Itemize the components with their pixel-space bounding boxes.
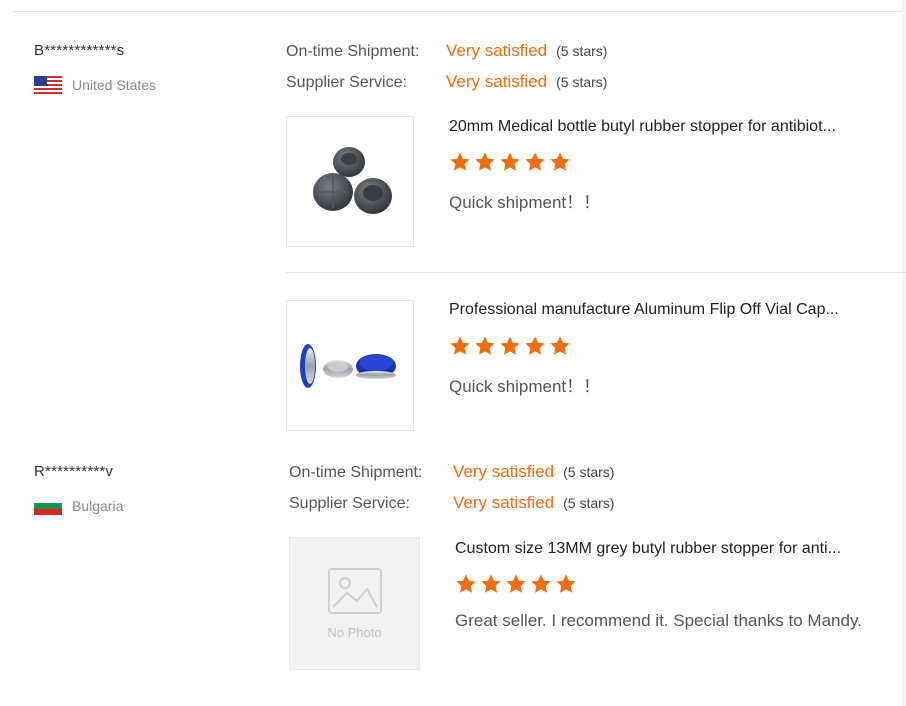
star-icon: [525, 152, 545, 171]
star-icon: [450, 152, 470, 171]
star-icon: [556, 574, 576, 593]
service-rating-value: Very satisfied: [446, 72, 548, 91]
star-icon: [500, 336, 520, 355]
blue-flip-off-caps-image: [300, 343, 396, 388]
star-icon: [525, 336, 545, 355]
product-title[interactable]: 20mm Medical bottle butyl rubber stopper…: [449, 118, 836, 136]
star-icon: [550, 336, 570, 355]
product-divider: [286, 272, 906, 273]
us-flag-icon: [34, 76, 62, 94]
top-divider: [13, 11, 906, 12]
star-icon: [475, 336, 495, 355]
star-icon: [456, 574, 476, 593]
grey-rubber-stoppers-image: [313, 146, 392, 214]
product-thumbnail[interactable]: No Photo: [289, 537, 420, 670]
product-title[interactable]: Custom size 13MM grey butyl rubber stopp…: [455, 540, 841, 558]
shipment-rating: On-time Shipment: Very satisfied (5 star…: [286, 41, 607, 61]
product-rating-stars: [449, 151, 571, 173]
country-label: United States: [72, 77, 157, 93]
service-rating-stars: (5 stars): [563, 495, 615, 511]
review-comment: Quick shipment！！: [449, 377, 601, 396]
service-rating-value: Very satisfied: [453, 493, 555, 512]
product-rating-stars: [455, 573, 577, 595]
no-photo-label: No Photo: [327, 625, 382, 640]
product-thumbnail[interactable]: [286, 116, 414, 247]
shipment-rating-label: On-time Shipment:: [286, 43, 420, 60]
product-title[interactable]: Professional manufacture Aluminum Flip O…: [449, 301, 839, 319]
shipment-rating: On-time Shipment: Very satisfied (5 star…: [289, 462, 614, 482]
reviewer-name: B************s: [34, 42, 125, 59]
reviewer-country: United States: [34, 76, 156, 94]
shipment-rating-stars: (5 stars): [556, 43, 608, 59]
service-rating: Supplier Service: Very satisfied (5 star…: [289, 493, 614, 513]
star-icon: [531, 574, 551, 593]
no-photo-icon: [327, 568, 382, 614]
star-icon: [506, 574, 526, 593]
service-rating-label: Supplier Service:: [286, 74, 407, 91]
shipment-rating-value: Very satisfied: [453, 462, 555, 481]
star-icon: [475, 152, 495, 171]
country-label: Bulgaria: [72, 498, 124, 514]
star-icon: [500, 152, 520, 171]
service-rating-label: Supplier Service:: [289, 495, 410, 512]
reviewer-country: Bulgaria: [34, 497, 123, 515]
product-thumbnail[interactable]: [286, 300, 414, 431]
product-rating-stars: [449, 335, 571, 357]
review-comment: Great seller. I recommend it. Special th…: [455, 611, 862, 630]
shipment-rating-value: Very satisfied: [446, 41, 548, 60]
reviewer-name: R**********v: [34, 463, 114, 480]
star-icon: [481, 574, 501, 593]
star-icon: [550, 152, 570, 171]
bulgaria-flag-icon: [34, 497, 62, 515]
scroll-edge: [902, 0, 906, 706]
star-icon: [450, 336, 470, 355]
service-rating: Supplier Service: Very satisfied (5 star…: [286, 72, 607, 92]
service-rating-stars: (5 stars): [556, 74, 608, 90]
review-comment: Quick shipment！！: [449, 193, 601, 212]
shipment-rating-label: On-time Shipment:: [289, 464, 423, 481]
shipment-rating-stars: (5 stars): [563, 464, 615, 480]
